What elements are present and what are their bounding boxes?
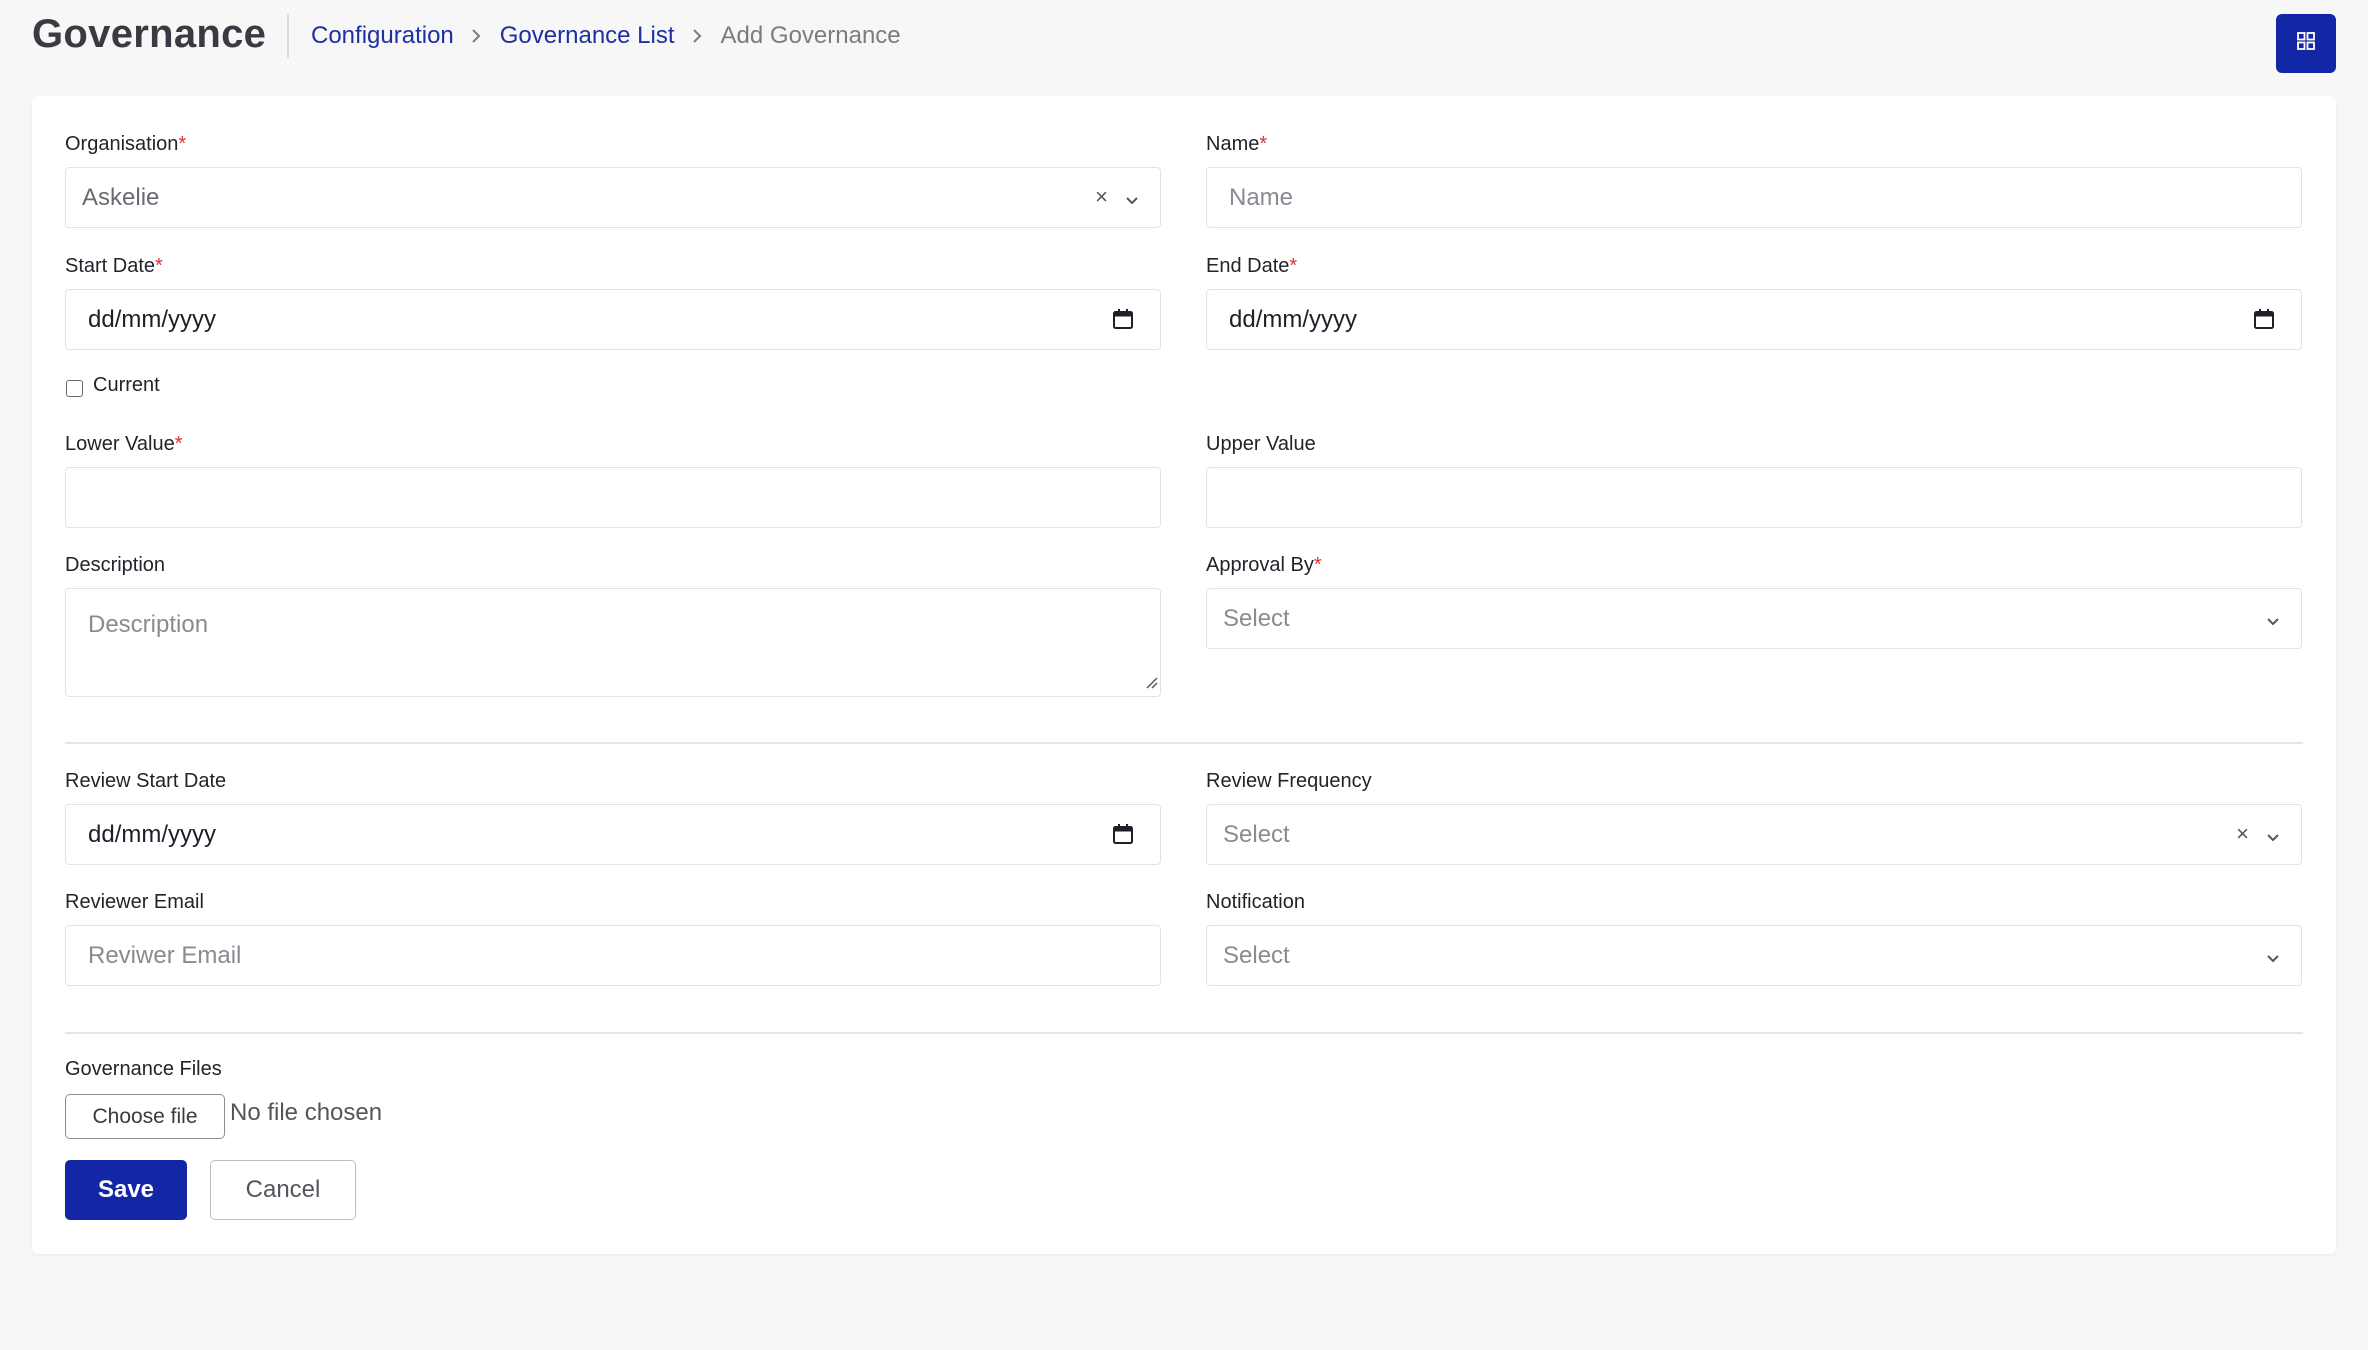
approval-by-select[interactable]: Select <box>1206 588 2302 649</box>
file-status-text: No file chosen <box>230 1099 383 1126</box>
save-button[interactable]: Save <box>65 1160 187 1220</box>
end-date-field[interactable]: dd/mm/yyyy <box>1206 289 2302 350</box>
breadcrumb: Configuration Governance List Add Govern… <box>311 22 901 50</box>
upper-value-field[interactable] <box>1206 467 2302 528</box>
chevron-down-icon[interactable] <box>1124 187 1140 215</box>
current-label: Current <box>93 374 160 396</box>
lower-value-label-text: Lower Value <box>65 433 175 455</box>
upper-value-input[interactable] <box>1229 483 2301 512</box>
reviewer-email-field[interactable] <box>65 925 1161 986</box>
chevron-right-icon <box>470 28 482 44</box>
cancel-button[interactable]: Cancel <box>210 1160 356 1220</box>
lower-value-field[interactable] <box>65 467 1161 528</box>
upper-value-label: Upper Value <box>1206 433 1316 455</box>
grid-icon <box>2296 31 2316 56</box>
current-checkbox[interactable] <box>66 380 83 397</box>
end-date-value: dd/mm/yyyy <box>1229 305 1358 333</box>
organisation-label-text: Organisation <box>65 133 179 155</box>
review-frequency-select[interactable]: Select × <box>1206 804 2302 865</box>
approval-by-placeholder: Select <box>1223 604 1290 632</box>
notification-label: Notification <box>1206 891 1305 913</box>
required-mark: * <box>1313 554 1322 576</box>
start-date-value: dd/mm/yyyy <box>88 305 217 333</box>
chevron-down-icon[interactable] <box>2265 608 2281 636</box>
calendar-icon[interactable] <box>1112 823 1134 852</box>
organisation-value: Askelie <box>82 183 160 211</box>
section-divider <box>65 742 2303 744</box>
review-frequency-placeholder: Select <box>1223 820 1290 848</box>
name-field[interactable] <box>1206 167 2302 228</box>
notification-select[interactable]: Select <box>1206 925 2302 986</box>
name-input[interactable] <box>1229 183 2301 212</box>
review-start-date-value: dd/mm/yyyy <box>88 820 217 848</box>
organisation-select[interactable]: Askelie × <box>65 167 1161 228</box>
approval-by-label: Approval By* <box>1206 554 1322 577</box>
breadcrumb-configuration[interactable]: Configuration <box>311 22 454 50</box>
required-mark: * <box>1289 255 1298 277</box>
name-label-text: Name <box>1206 133 1260 155</box>
description-placeholder: Description <box>88 611 209 638</box>
start-date-field[interactable]: dd/mm/yyyy <box>65 289 1161 350</box>
close-icon[interactable]: × <box>1095 184 1108 210</box>
description-label: Description <box>65 554 166 576</box>
governance-form-card: Organisation* Askelie × Name* Start Date… <box>32 96 2336 1254</box>
breadcrumb-add-governance: Add Governance <box>720 22 901 49</box>
page-header: Governance Configuration Governance List… <box>0 0 2368 75</box>
apps-grid-button[interactable] <box>2276 14 2336 73</box>
organisation-label: Organisation* <box>65 133 186 156</box>
start-date-label: Start Date* <box>65 255 163 278</box>
review-start-date-field[interactable]: dd/mm/yyyy <box>65 804 1161 865</box>
end-date-label-text: End Date <box>1206 255 1290 277</box>
breadcrumb-governance-list[interactable]: Governance List <box>500 22 675 50</box>
close-icon[interactable]: × <box>2236 821 2249 847</box>
notification-placeholder: Select <box>1223 941 1290 969</box>
required-mark: * <box>174 433 183 455</box>
calendar-icon[interactable] <box>1112 308 1134 337</box>
start-date-label-text: Start Date <box>65 255 156 277</box>
section-divider <box>65 1032 2303 1034</box>
required-mark: * <box>1259 133 1268 155</box>
required-mark: * <box>178 133 187 155</box>
choose-file-button[interactable]: Choose file <box>65 1094 225 1139</box>
required-mark: * <box>155 255 163 277</box>
end-date-label: End Date* <box>1206 255 1297 278</box>
lower-value-input[interactable] <box>88 483 1160 512</box>
name-label: Name* <box>1206 133 1267 156</box>
lower-value-label: Lower Value* <box>65 433 183 456</box>
reviewer-email-input[interactable] <box>88 941 1160 970</box>
review-frequency-label: Review Frequency <box>1206 770 1372 792</box>
governance-files-label: Governance Files <box>65 1058 222 1080</box>
page-title: Governance <box>32 12 267 56</box>
description-textarea[interactable]: Description <box>65 588 1161 697</box>
chevron-down-icon[interactable] <box>2265 824 2281 852</box>
approval-by-label-text: Approval By <box>1206 554 1314 576</box>
reviewer-email-label: Reviewer Email <box>65 891 204 913</box>
review-start-date-label: Review Start Date <box>65 770 227 792</box>
chevron-right-icon <box>691 28 703 44</box>
resize-handle-icon[interactable] <box>1144 675 1158 694</box>
chevron-down-icon[interactable] <box>2265 945 2281 973</box>
calendar-icon[interactable] <box>2253 308 2275 337</box>
title-divider <box>287 14 289 58</box>
